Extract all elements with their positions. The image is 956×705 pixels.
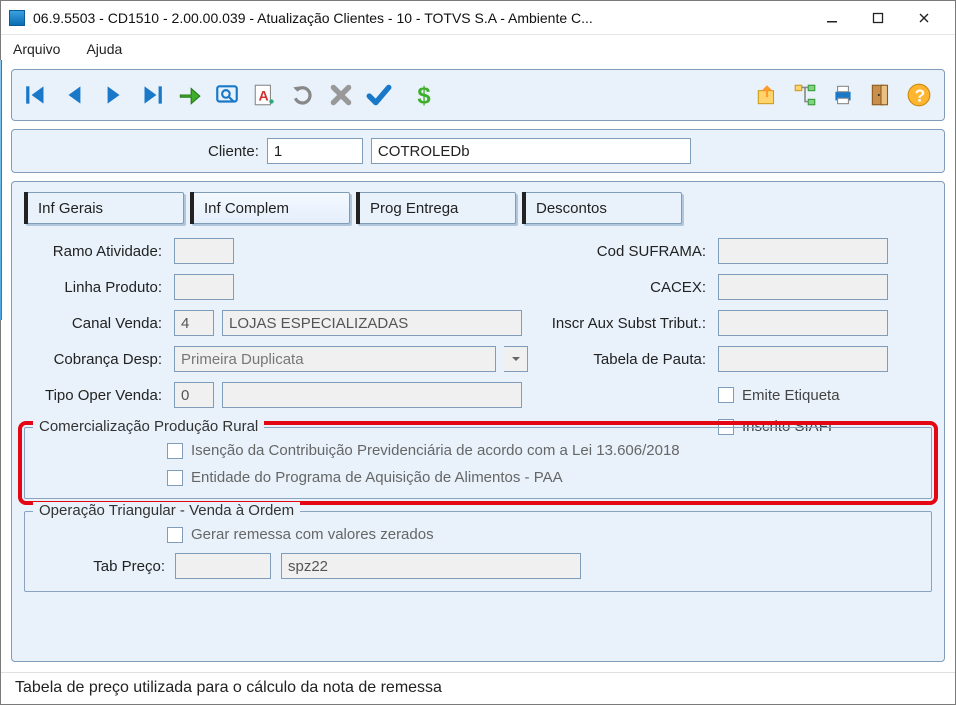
last-record-button[interactable]	[134, 78, 168, 112]
menu-ajuda[interactable]: Ajuda	[82, 39, 126, 59]
check-button[interactable]	[362, 78, 396, 112]
help-button[interactable]: ?	[902, 78, 936, 112]
exit-button[interactable]	[864, 78, 898, 112]
label-cobranca-desp: Cobrança Desp:	[24, 351, 164, 368]
label-cod-suframa: Cod SUFRAMA:	[538, 243, 708, 260]
undo-button[interactable]	[286, 78, 320, 112]
label-canal-venda: Canal Venda:	[24, 315, 164, 332]
group-operacao-triangular-legend: Operação Triangular - Venda à Ordem	[33, 502, 300, 519]
isencao-label: Isenção da Contribuição Previdenciária d…	[191, 442, 680, 459]
app-icon	[9, 10, 25, 26]
svg-text:?: ?	[915, 86, 926, 106]
status-bar: Tabela de preço utilizada para o cálculo…	[1, 672, 955, 704]
tab-prog-entrega[interactable]: Prog Entrega	[356, 192, 516, 224]
form-grid: Ramo Atividade: Cod SUFRAMA: Linha Produ…	[24, 238, 932, 435]
window-title: 06.9.5503 - CD1510 - 2.00.00.039 - Atual…	[33, 10, 809, 26]
label-tabela-pauta: Tabela de Pauta:	[538, 351, 708, 368]
minimize-button[interactable]	[809, 3, 855, 33]
toolbar: A $ ?	[11, 69, 945, 121]
label-cacex: CACEX:	[538, 279, 708, 296]
gerar-remessa-checkbox[interactable]	[167, 527, 183, 543]
tab-inf-gerais[interactable]: Inf Gerais	[24, 192, 184, 224]
emite-etiqueta-row: Emite Etiqueta	[718, 387, 932, 404]
client-name-input[interactable]	[371, 138, 691, 164]
left-app-edge	[0, 60, 2, 320]
menubar: Arquivo Ajuda	[1, 35, 955, 63]
linha-produto-input[interactable]	[174, 274, 234, 300]
print-button[interactable]	[826, 78, 860, 112]
group-operacao-triangular: Operação Triangular - Venda à Ordem Gera…	[24, 511, 932, 592]
tipo-oper-venda-code-input[interactable]	[174, 382, 214, 408]
canal-venda-code-input[interactable]	[174, 310, 214, 336]
svg-text:A: A	[259, 87, 269, 103]
delete-button[interactable]	[324, 78, 358, 112]
money-button[interactable]: $	[408, 78, 442, 112]
client-header: Cliente:	[11, 129, 945, 173]
tab-descontos[interactable]: Descontos	[522, 192, 682, 224]
chevron-down-icon[interactable]	[504, 346, 528, 372]
gerar-remessa-label: Gerar remessa com valores zerados	[191, 526, 434, 543]
close-button[interactable]	[901, 3, 947, 33]
label-ramo-atividade: Ramo Atividade:	[24, 243, 164, 260]
next-record-button[interactable]	[96, 78, 130, 112]
svg-text:$: $	[417, 83, 430, 108]
maximize-button[interactable]	[855, 3, 901, 33]
label-tab-preco: Tab Preço:	[37, 558, 165, 575]
tab-preco-code-input[interactable]	[175, 553, 271, 579]
form-panel: Inf Gerais Inf Complem Prog Entrega Desc…	[11, 181, 945, 662]
app-window: 06.9.5503 - CD1510 - 2.00.00.039 - Atual…	[0, 0, 956, 705]
label-linha-produto: Linha Produto:	[24, 279, 164, 296]
canal-venda-desc-input[interactable]	[222, 310, 522, 336]
inscr-aux-input[interactable]	[718, 310, 888, 336]
client-label: Cliente:	[208, 143, 259, 160]
tabstrip: Inf Gerais Inf Complem Prog Entrega Desc…	[24, 192, 932, 224]
label-inscr-aux: Inscr Aux Subst Tribut.:	[538, 315, 708, 332]
font-button[interactable]: A	[248, 78, 282, 112]
tab-preco-desc-input[interactable]	[281, 553, 581, 579]
prev-record-button[interactable]	[58, 78, 92, 112]
label-tipo-oper-venda: Tipo Oper Venda:	[24, 387, 164, 404]
go-button[interactable]	[172, 78, 206, 112]
tipo-oper-venda-desc-input[interactable]	[222, 382, 522, 408]
tabela-pauta-input[interactable]	[718, 346, 888, 372]
export-button[interactable]	[750, 78, 784, 112]
client-code-input[interactable]	[267, 138, 363, 164]
menu-arquivo[interactable]: Arquivo	[9, 39, 64, 59]
cobranca-desp-select[interactable]	[174, 346, 496, 372]
group-producao-rural: Comercialização Produção Rural Isenção d…	[24, 427, 932, 499]
emite-etiqueta-checkbox[interactable]	[718, 387, 734, 403]
zoom-button[interactable]	[210, 78, 244, 112]
paa-checkbox[interactable]	[167, 470, 183, 486]
cod-suframa-input[interactable]	[718, 238, 888, 264]
first-record-button[interactable]	[20, 78, 54, 112]
group-producao-rural-legend: Comercialização Produção Rural	[33, 418, 264, 435]
titlebar: 06.9.5503 - CD1510 - 2.00.00.039 - Atual…	[1, 1, 955, 35]
cacex-input[interactable]	[718, 274, 888, 300]
isencao-checkbox[interactable]	[167, 443, 183, 459]
paa-label: Entidade do Programa de Aquisição de Ali…	[191, 469, 563, 486]
tab-inf-complem[interactable]: Inf Complem	[190, 192, 350, 224]
ramo-atividade-input[interactable]	[174, 238, 234, 264]
emite-etiqueta-label: Emite Etiqueta	[742, 387, 840, 404]
tree-button[interactable]	[788, 78, 822, 112]
